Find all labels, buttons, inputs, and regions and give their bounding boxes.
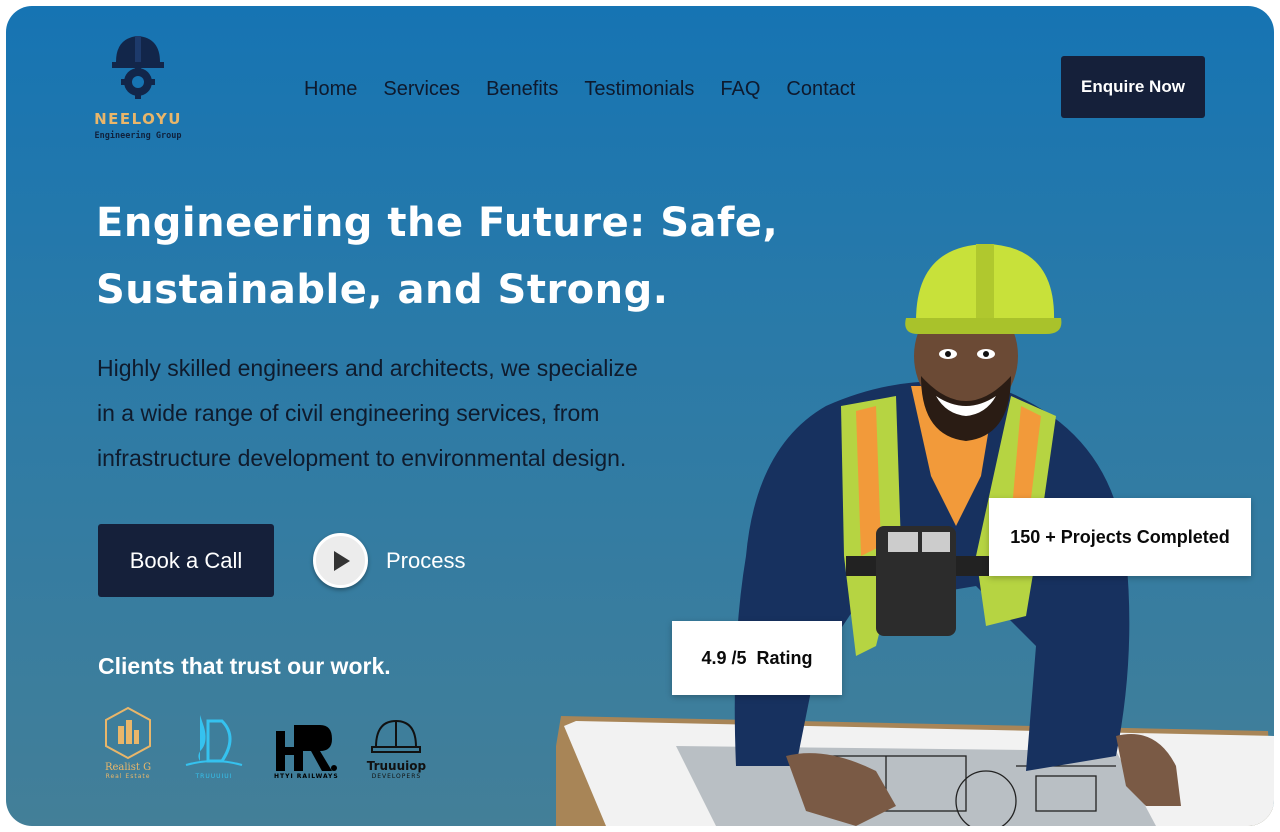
client-sub: HTYI RAILWAYS (274, 773, 339, 780)
nav-home[interactable]: Home (304, 78, 357, 101)
client-sub: Real Estate (105, 773, 151, 780)
brand-tagline: Engineering Group (94, 131, 182, 141)
play-button[interactable] (313, 533, 368, 588)
enquire-now-button[interactable]: Enquire Now (1061, 56, 1205, 118)
process-video-link[interactable]: Process (313, 533, 465, 588)
rating-badge: 4.9 /5 Rating (672, 621, 842, 695)
client-logo-realist-g: Realist G Real Estate (102, 706, 154, 780)
nav-services[interactable]: Services (383, 78, 460, 101)
hr-monogram-icon (276, 725, 338, 771)
helmet-gear-icon (112, 36, 164, 99)
helmet-icon (371, 719, 422, 753)
client-logo-truuuiop: Truuuiop DEVELOPERS (367, 717, 426, 780)
client-sub: DEVELOPERS (371, 773, 422, 780)
building-wave-icon (185, 715, 243, 766)
client-logos: Realist G Real Estate TRUUUIUI HTYI RAIL… (102, 706, 426, 780)
book-a-call-button[interactable]: Book a Call (98, 524, 274, 597)
realist-g-icon (105, 706, 151, 760)
hero-frame: NEELOYU Engineering Group Home Services … (6, 6, 1274, 826)
nav-faq[interactable]: FAQ (720, 78, 760, 101)
brand-logo[interactable]: NEELOYU Engineering Group (88, 32, 188, 141)
process-label: Process (386, 547, 466, 573)
brand-name: NEELOYU (94, 110, 182, 128)
play-icon (333, 550, 350, 571)
nav-benefits[interactable]: Benefits (486, 78, 558, 101)
client-logo-htyi-railways: HTYI RAILWAYS (274, 723, 339, 780)
main-nav: Home Services Benefits Testimonials FAQ … (304, 78, 855, 101)
client-name: Realist G (104, 762, 152, 773)
projects-completed-badge: 150 + Projects Completed (989, 498, 1251, 576)
client-logo-truuuiui: TRUUUIUI (182, 711, 246, 780)
client-name: TRUUUIUI (195, 773, 233, 780)
nav-testimonials[interactable]: Testimonials (584, 78, 694, 101)
clients-title: Clients that trust our work. (98, 653, 391, 679)
nav-contact[interactable]: Contact (786, 78, 855, 101)
client-name: Truuuiop (366, 759, 427, 773)
